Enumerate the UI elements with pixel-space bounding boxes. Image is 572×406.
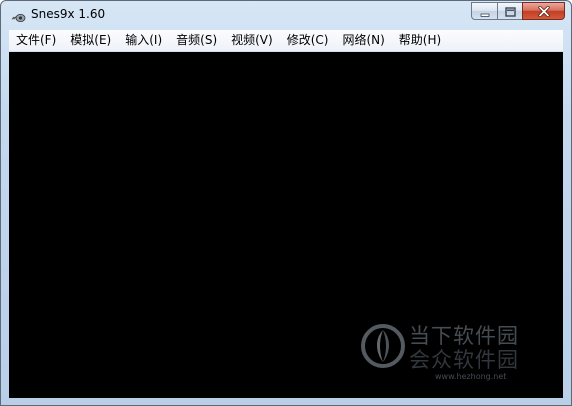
window-bottom-border[interactable] bbox=[1, 398, 571, 405]
menu-file[interactable]: 文件(F) bbox=[9, 30, 63, 51]
maximize-icon bbox=[504, 2, 516, 21]
watermark-url: www.hezhong.net bbox=[435, 372, 507, 381]
watermark-logo-icon bbox=[359, 322, 407, 370]
menu-help[interactable]: 帮助(H) bbox=[392, 30, 448, 51]
window-title: Snes9x 1.60 bbox=[31, 7, 106, 21]
menu-bar: 文件(F) 模拟(E) 输入(I) 音频(S) 视频(V) 修改(C) 网络(N… bbox=[9, 30, 563, 52]
caption-buttons bbox=[471, 2, 565, 21]
menu-input[interactable]: 输入(I) bbox=[118, 30, 169, 51]
close-icon bbox=[537, 2, 550, 21]
emulator-screen[interactable]: 当下软件园 会众软件园 www.hezhong.net bbox=[9, 52, 563, 398]
maximize-button[interactable] bbox=[497, 2, 522, 20]
menu-emulation[interactable]: 模拟(E) bbox=[63, 30, 118, 51]
watermark: 当下软件园 会众软件园 www.hezhong.net bbox=[359, 316, 549, 388]
app-window: Snes9x 1.60 文件(F) 模拟(E) 输入(I) 音频(S) 视频(V… bbox=[0, 0, 572, 406]
title-bar[interactable]: Snes9x 1.60 bbox=[1, 1, 571, 29]
close-button[interactable] bbox=[522, 2, 565, 20]
menu-sound[interactable]: 音频(S) bbox=[169, 30, 224, 51]
menu-netplay[interactable]: 网络(N) bbox=[335, 30, 391, 51]
minimize-icon bbox=[480, 2, 490, 21]
watermark-text-secondary: 会众软件园 bbox=[409, 348, 519, 372]
snes-controller-icon[interactable] bbox=[10, 9, 26, 22]
menu-video[interactable]: 视频(V) bbox=[224, 30, 280, 51]
menu-cheat[interactable]: 修改(C) bbox=[280, 30, 336, 51]
minimize-button[interactable] bbox=[471, 2, 497, 20]
